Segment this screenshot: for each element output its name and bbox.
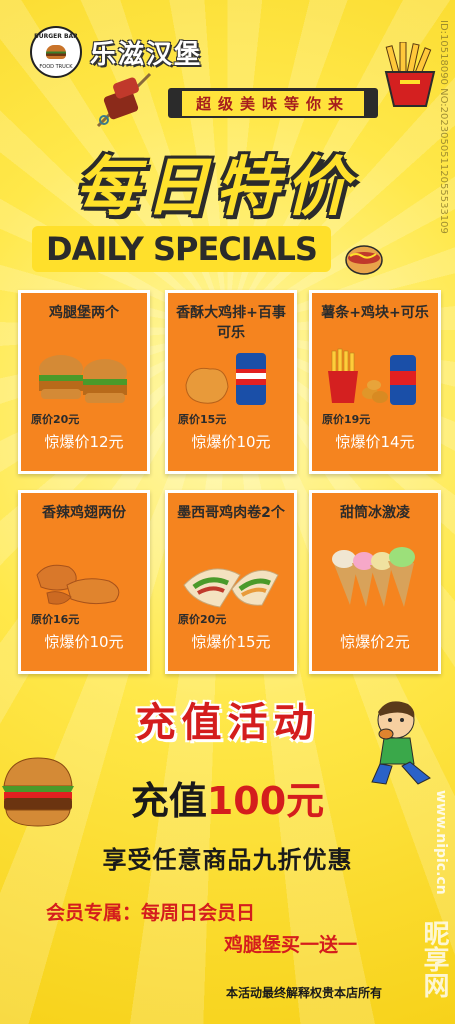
chicken-wings-icon	[36, 564, 120, 605]
member-line: 会员专属：每周日会员日	[46, 898, 255, 925]
deal-price: 惊爆价2元	[340, 633, 410, 651]
item-name: 墨西哥鸡肉卷2个	[177, 505, 285, 521]
deal-card-4[interactable]: 香辣鸡翅两份 原价16元 惊爆价10元	[18, 490, 150, 674]
recharge-amount: 100元	[206, 779, 325, 823]
deal-card-2[interactable]: 香酥大鸡排+百事可乐 原价15元 惊爆价10元	[165, 290, 297, 474]
hotdog-icon	[345, 245, 383, 275]
chicken-cutlet-icon	[185, 353, 266, 405]
item-name: 甜筒冰激凌	[340, 505, 410, 521]
deal-card-3[interactable]: 薯条+鸡块+可乐 原价19元 惊爆价14元	[309, 290, 441, 474]
burger-logo-icon	[46, 45, 66, 59]
item-name: 鸡腿堡两个	[49, 305, 119, 321]
bogo-offer: 鸡腿堡买一送一	[224, 934, 358, 956]
original-price: 原价19元	[322, 413, 371, 426]
deal-price: 惊爆价12元	[44, 433, 124, 451]
deal-price: 惊爆价10元	[191, 433, 271, 451]
deal-price: 惊爆价14元	[335, 433, 415, 451]
item-name: 香辣鸡翅两份	[42, 505, 126, 521]
deal-card-1[interactable]: 鸡腿堡两个 原价20元 惊爆价12元	[18, 290, 150, 474]
original-price: 原价16元	[31, 613, 80, 626]
wrap-icon	[183, 568, 279, 608]
tagline-text: 超级美味等你来	[181, 90, 364, 116]
site-watermark: www.nipic.cn	[433, 790, 449, 895]
brand-name: 乐滋汉堡	[90, 39, 203, 70]
item-name: 薯条+鸡块+可乐	[321, 305, 429, 321]
tagline-banner: 超级美味等你来	[168, 88, 378, 118]
deal-card-5[interactable]: 墨西哥鸡肉卷2个 原价20元 惊爆价15元	[165, 490, 297, 674]
original-price: 原价15元	[178, 413, 227, 426]
fries-nuggets-icon	[328, 348, 416, 405]
footer-disclaimer: 本活动最终解释权贵本店所有	[226, 986, 383, 1000]
burger-icon	[39, 355, 127, 403]
deal-card-6[interactable]: 甜筒冰激凌 惊爆价2元	[309, 490, 441, 674]
item-name: 香酥大鸡排+百事可乐	[176, 305, 286, 341]
discount-text: 享受任意商品九折优惠	[102, 846, 353, 874]
original-price: 原价20元	[31, 413, 80, 426]
original-price: 原价20元	[178, 613, 227, 626]
recharge-offer: 充值100元	[0, 770, 455, 825]
logo-bottom-text: FOOD TRUCK	[39, 64, 73, 70]
recharge-prefix: 充值	[130, 779, 207, 823]
sub-title: DAILY SPECIALS	[32, 226, 331, 272]
ice-cream-icon	[332, 547, 415, 607]
member-day: 每周日会员日	[141, 902, 256, 924]
deal-price: 惊爆价15元	[191, 633, 271, 651]
fries-decoration-icon	[384, 42, 436, 107]
deal-price: 惊爆价10元	[44, 633, 124, 651]
logo-top-text: BURGER BAR	[34, 33, 78, 40]
main-title: 每日特价	[75, 151, 355, 225]
logo-badge: BURGER BAR FOOD TRUCK	[30, 26, 82, 78]
member-label: 会员专属：	[46, 902, 142, 924]
kebab-icon	[96, 72, 152, 128]
site-watermark-big: 昵享网	[419, 920, 449, 998]
